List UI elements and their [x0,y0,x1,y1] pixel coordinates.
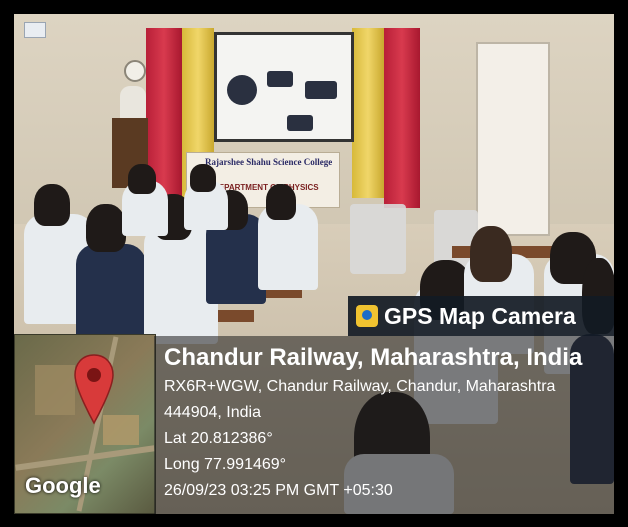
pin-dot [87,368,101,382]
longitude: Long 77.991469° [164,456,287,473]
student-head [128,164,156,194]
gps-title-bar: GPS Map Camera [348,296,614,336]
map-thumbnail: Google [14,334,156,514]
google-logo: Google [25,473,101,498]
student-head [470,226,512,282]
banner-title: Rajarshee Shahu Science College [205,157,333,167]
wall-clock [124,60,146,82]
chair [350,204,406,274]
gps-camera-icon [356,305,378,327]
pin-shape [74,354,114,425]
yellow-curtain-right [352,28,384,198]
gps-info-panel: GPS Map Camera Chandur Railway, Maharash… [154,296,614,514]
address-line-1: RX6R+WGW, Chandur Railway, Chandur, Maha… [164,378,556,395]
location-name: Chandur Railway, Maharashtra, India [164,344,583,371]
speaker-person [120,86,146,122]
gps-title: GPS Map Camera [384,302,576,329]
latitude: Lat 20.812386° [164,430,273,447]
student-head [266,184,296,220]
student-head [86,204,126,252]
app-badge-icon [24,22,46,38]
location-pin-icon [74,354,114,425]
student-head [34,184,70,226]
map-field [35,365,75,415]
red-curtain-right [384,28,420,208]
gps-details: Chandur Railway, Maharashtra, India RX6R… [154,336,614,514]
student-head [190,164,216,192]
address-line-2: 444904, India [164,404,261,421]
door [476,42,550,236]
projector-screen [214,32,354,142]
photo-frame: Rajarshee Shahu Science College DEPARTME… [0,0,628,527]
timestamp: 26/09/23 03:25 PM GMT +05:30 [164,482,393,499]
